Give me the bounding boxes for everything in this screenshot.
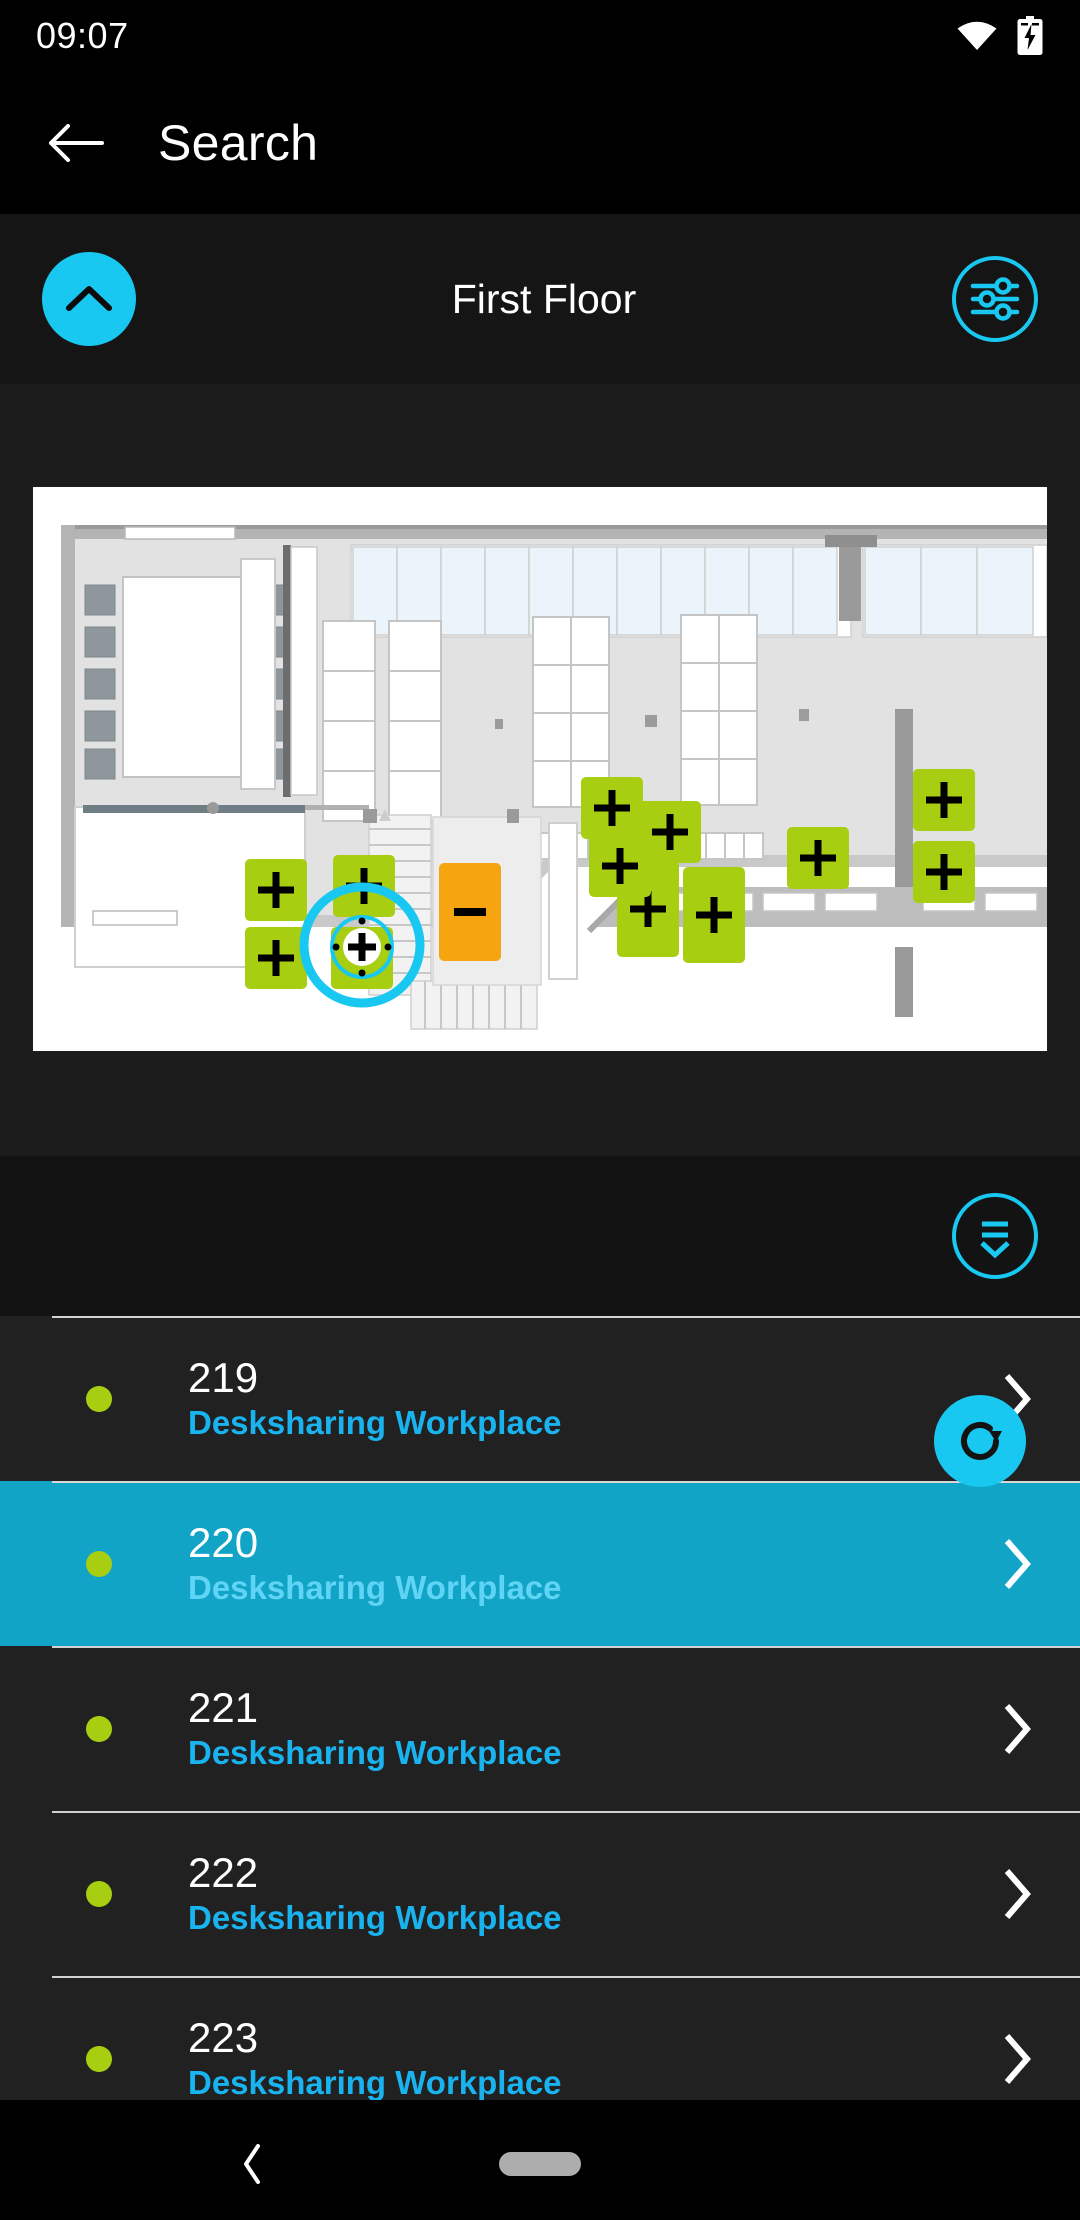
- workplace-type: Desksharing Workplace: [188, 2064, 562, 2100]
- chevron-right-icon: [1004, 1868, 1031, 1919]
- workplace-number: 223: [188, 2014, 259, 2062]
- arrow-left-icon: [49, 124, 104, 162]
- floor-selector-bar: First Floor: [0, 214, 1080, 384]
- workplace-number: 221: [188, 1684, 259, 1732]
- map-marker-available: [913, 841, 975, 903]
- map-marker-available: [245, 927, 307, 989]
- workplace-type: Desksharing Workplace: [188, 1734, 562, 1772]
- floor-title: First Floor: [451, 275, 637, 322]
- row-chevron[interactable]: [1000, 2031, 1034, 2087]
- row-divider: [52, 1646, 1080, 1648]
- sort-button[interactable]: [952, 1193, 1038, 1279]
- home-pill-icon[interactable]: [499, 2152, 581, 2176]
- chevron-right-icon: [1004, 1703, 1031, 1754]
- list-item[interactable]: 222 Desksharing Workplace: [0, 1811, 1080, 1976]
- map-marker-available: [245, 859, 307, 921]
- refresh-rotate-icon: [961, 1422, 1002, 1460]
- map-marker-available: [683, 867, 745, 963]
- refresh-map-button[interactable]: [934, 1395, 1026, 1487]
- row-divider: [52, 1481, 1080, 1483]
- row-chevron[interactable]: [1000, 1701, 1034, 1757]
- system-back-button[interactable]: [238, 2140, 266, 2188]
- map-panel: [0, 384, 1080, 1487]
- list-item[interactable]: 220 Desksharing Workplace: [0, 1481, 1080, 1646]
- page-title: Search: [158, 115, 319, 171]
- row-text-block: 219 Desksharing Workplace: [188, 1356, 1000, 1441]
- map-marker-available: [913, 769, 975, 831]
- status-dot: [86, 1880, 112, 1907]
- workplace-type: Desksharing Workplace: [188, 1404, 562, 1442]
- status-bar: 09:07: [0, 0, 1080, 72]
- row-text-block: 222 Desksharing Workplace: [188, 1851, 1000, 1936]
- row-divider: [52, 1811, 1080, 1813]
- map-marker-available: [787, 827, 849, 889]
- workplace-number: 222: [188, 1849, 259, 1897]
- sort-descending-icon: [980, 1221, 1010, 1259]
- status-bar-icons: [956, 16, 1044, 56]
- row-text-block: 223 Desksharing Workplace: [188, 2016, 1000, 2100]
- status-dot: [86, 1385, 112, 1412]
- filter-button[interactable]: [952, 256, 1038, 342]
- status-dot: [86, 1550, 112, 1577]
- sliders-filter-icon: [970, 277, 1020, 321]
- row-text-block: 221 Desksharing Workplace: [188, 1686, 1000, 1771]
- list-item[interactable]: 221 Desksharing Workplace: [0, 1646, 1080, 1811]
- battery-charging-icon: [1017, 16, 1043, 55]
- status-bar-clock: 09:07: [36, 15, 129, 56]
- chevron-up-icon: [66, 286, 112, 311]
- collapse-map-button[interactable]: [42, 252, 136, 346]
- map-marker-occupied: [439, 863, 501, 961]
- workplace-type: Desksharing Workplace: [188, 1899, 562, 1937]
- status-dot: [86, 2045, 112, 2072]
- row-divider: [52, 1976, 1080, 1978]
- system-nav-bar: [0, 2108, 1080, 2220]
- status-dot: [86, 1715, 112, 1742]
- map-marker-available: [589, 835, 651, 897]
- list-item[interactable]: 219 Desksharing Workplace: [0, 1316, 1080, 1481]
- sort-bar: [0, 1156, 1080, 1316]
- chevron-right-icon: [1004, 1538, 1031, 1589]
- row-divider: [52, 1316, 1080, 1318]
- wifi-icon: [957, 21, 997, 50]
- nav-back-icon: [244, 2144, 260, 2184]
- map-marker-available: [581, 777, 643, 839]
- workplace-number: 220: [188, 1519, 259, 1567]
- results-list[interactable]: 219 Desksharing Workplace 220 Desksharin…: [0, 1316, 1080, 2100]
- workplace-type: Desksharing Workplace: [188, 1569, 562, 1607]
- chevron-right-icon: [1004, 2033, 1031, 2084]
- list-item[interactable]: 223 Desksharing Workplace: [0, 1976, 1080, 2100]
- floor-plan-map[interactable]: [33, 487, 1047, 1051]
- app-screen: 09:07 Search First Floor 219 Desksharing…: [0, 0, 1080, 2220]
- workplace-number: 219: [188, 1354, 259, 1402]
- back-button[interactable]: [20, 121, 130, 165]
- row-chevron[interactable]: [1000, 1536, 1034, 1592]
- floor-plan-svg: [33, 487, 1047, 1051]
- row-text-block: 220 Desksharing Workplace: [188, 1521, 1000, 1606]
- app-bar: Search: [0, 72, 1080, 214]
- row-chevron[interactable]: [1000, 1866, 1034, 1922]
